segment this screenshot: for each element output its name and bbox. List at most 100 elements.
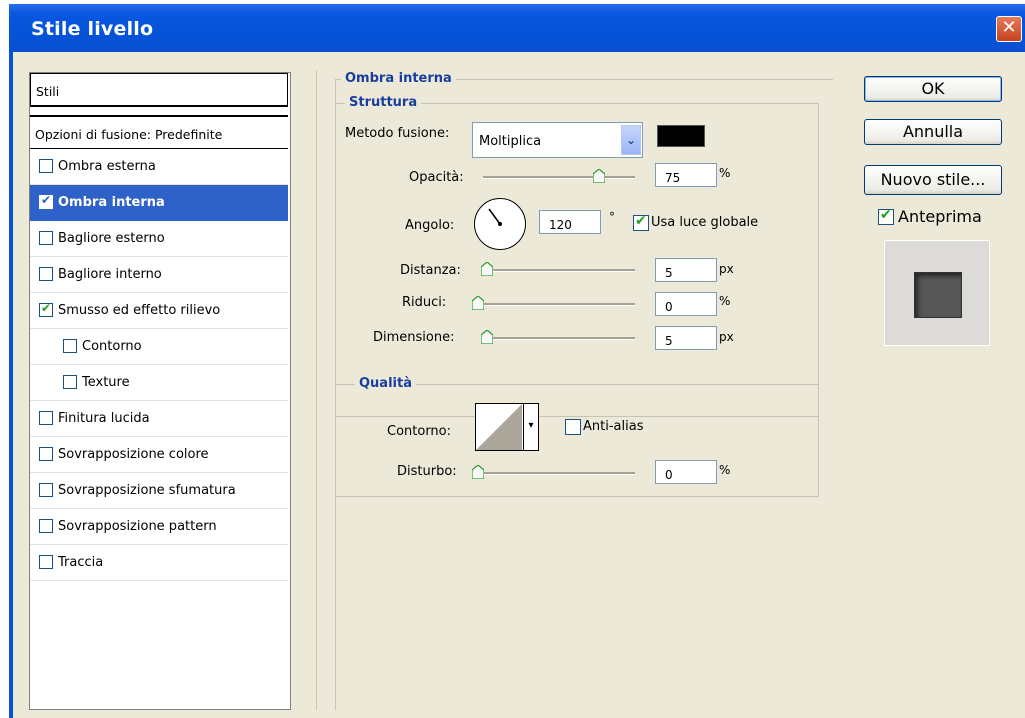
size-label: Dimensione: (373, 330, 455, 345)
inner-shadow-title: Ombra interna (341, 71, 456, 86)
angle-unit: ° (609, 210, 615, 224)
style-checkbox[interactable] (39, 483, 53, 497)
style-checkbox[interactable] (63, 375, 77, 389)
style-item-label: Sovrapposizione sfumatura (58, 483, 236, 498)
style-checkbox[interactable] (39, 267, 53, 281)
opacity-label: Opacità: (409, 170, 464, 185)
settings-pane: Ombra interna Struttura Metodo fusione: … (316, 70, 833, 710)
opacity-slider[interactable] (483, 176, 635, 179)
angle-value: 120 (549, 218, 572, 232)
slider-thumb-icon[interactable] (472, 465, 484, 479)
blending-options-item[interactable]: Opzioni di fusione: Predefinite (30, 115, 288, 149)
preview-checkbox[interactable] (878, 207, 894, 225)
styles-header[interactable]: Stili (30, 73, 288, 107)
contour-label: Contorno: (387, 424, 452, 439)
style-item-ombra-esterna[interactable]: Ombra esterna (30, 149, 288, 185)
opacity-unit: % (719, 166, 731, 180)
new-style-button[interactable]: Nuovo stile... (864, 165, 1002, 195)
ok-button[interactable]: OK (864, 76, 1002, 102)
choke-slider[interactable] (473, 303, 635, 306)
distance-label: Distanza: (400, 263, 461, 278)
style-checkbox[interactable] (39, 555, 53, 569)
noise-input[interactable]: 0 (655, 460, 717, 484)
chevron-down-icon[interactable]: ⌄ (621, 125, 641, 155)
style-item-finitura-lucida[interactable]: Finitura lucida (30, 401, 288, 437)
style-checkbox[interactable] (63, 339, 77, 353)
window-title: Stile livello (31, 18, 154, 40)
shadow-color-swatch[interactable] (657, 125, 705, 147)
size-value: 5 (665, 334, 673, 348)
style-item-label: Ombra interna (58, 195, 165, 210)
style-item-label: Bagliore esterno (58, 231, 165, 246)
slider-thumb-icon[interactable] (481, 262, 493, 276)
styles-list: Stili Opzioni di fusione: Predefinite Om… (29, 72, 291, 710)
quality-title: Qualità (355, 376, 416, 391)
style-checkbox[interactable] (39, 193, 53, 209)
antialias-label: Anti-alias (583, 419, 644, 434)
chevron-down-icon[interactable]: ▾ (523, 404, 538, 450)
style-item-label: Sovrapposizione colore (58, 447, 209, 462)
style-item-sovrapposizione-sfumatura[interactable]: Sovrapposizione sfumatura (30, 473, 288, 509)
styles-header-label: Stili (36, 84, 60, 99)
style-item-label: Bagliore interno (58, 267, 162, 282)
global-light-checkbox[interactable] (633, 213, 649, 231)
style-checkbox[interactable] (39, 411, 53, 425)
style-item-label: Smusso ed effetto rilievo (58, 303, 221, 318)
distance-input[interactable]: 5 (655, 258, 717, 282)
preview-swatch (914, 272, 962, 318)
style-checkbox[interactable] (39, 231, 53, 245)
style-preview (884, 240, 990, 346)
noise-label: Disturbo: (397, 464, 457, 479)
size-unit: px (719, 330, 734, 344)
style-item-sovrapposizione-colore[interactable]: Sovrapposizione colore (30, 437, 288, 473)
style-item-bagliore-esterno[interactable]: Bagliore esterno (30, 221, 288, 257)
distance-unit: px (719, 262, 734, 276)
style-item-label: Traccia (58, 555, 104, 570)
style-item-label: Contorno (82, 339, 142, 354)
slider-thumb-icon[interactable] (472, 296, 484, 310)
angle-dial[interactable] (474, 198, 526, 250)
style-checkbox[interactable] (39, 159, 53, 173)
slider-thumb-icon[interactable] (593, 169, 605, 183)
opacity-input[interactable]: 75 (655, 163, 717, 187)
cancel-button[interactable]: Annulla (864, 119, 1002, 145)
style-checkbox[interactable] (39, 447, 53, 461)
style-checkbox[interactable] (39, 519, 53, 533)
choke-value: 0 (665, 300, 673, 314)
global-light-label: Usa luce globale (651, 215, 759, 230)
noise-slider[interactable] (473, 472, 635, 475)
style-checkbox[interactable] (39, 301, 53, 317)
contour-picker[interactable]: ▾ (475, 403, 539, 451)
opacity-value: 75 (665, 171, 681, 185)
close-icon[interactable]: ✕ (996, 16, 1022, 42)
blend-mode-label: Metodo fusione: (345, 126, 450, 141)
preview-label: Anteprima (898, 207, 982, 226)
blending-options-label: Opzioni di fusione: Predefinite (35, 127, 223, 142)
noise-unit: % (719, 463, 731, 477)
style-item-sovrapposizione-pattern[interactable]: Sovrapposizione pattern (30, 509, 288, 545)
slider-thumb-icon[interactable] (481, 330, 493, 344)
style-item-ombra-interna[interactable]: Ombra interna (30, 185, 288, 221)
style-item-contorno[interactable]: Contorno (30, 329, 288, 365)
choke-input[interactable]: 0 (655, 292, 717, 316)
noise-value: 0 (665, 468, 673, 482)
blend-mode-value: Moltiplica (479, 134, 542, 149)
style-item-label: Texture (82, 375, 130, 390)
size-slider[interactable] (483, 337, 635, 340)
style-item-label: Sovrapposizione pattern (58, 519, 217, 534)
distance-slider[interactable] (483, 269, 635, 272)
size-input[interactable]: 5 (655, 326, 717, 350)
antialias-checkbox[interactable] (565, 419, 581, 435)
quality-group (335, 384, 819, 497)
style-item-label: Ombra esterna (58, 159, 156, 174)
title-bar: Stile livello ✕ (9, 4, 1025, 52)
style-item-smusso[interactable]: Smusso ed effetto rilievo (30, 293, 288, 329)
style-item-texture[interactable]: Texture (30, 365, 288, 401)
angle-input[interactable]: 120 (539, 210, 601, 234)
choke-label: Riduci: (402, 295, 447, 310)
style-item-bagliore-interno[interactable]: Bagliore interno (30, 257, 288, 293)
angle-label: Angolo: (405, 218, 455, 233)
style-item-traccia[interactable]: Traccia (30, 545, 288, 581)
blend-mode-select[interactable]: Moltiplica ⌄ (472, 122, 643, 158)
structure-title: Struttura (345, 95, 422, 110)
